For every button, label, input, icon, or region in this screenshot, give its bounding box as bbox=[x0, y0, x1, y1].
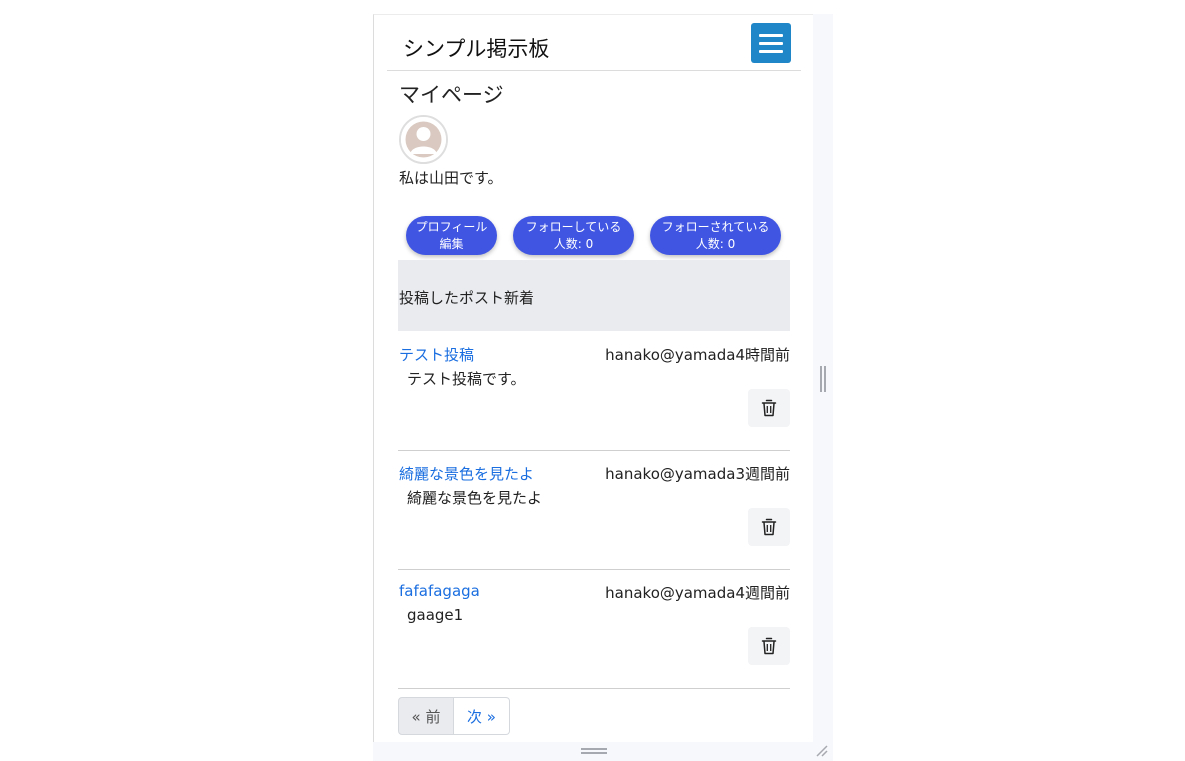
delete-post-button[interactable] bbox=[748, 508, 790, 546]
pagination-prev-button[interactable]: « 前 bbox=[398, 697, 454, 735]
site-brand[interactable]: シンプル掲示板 bbox=[403, 33, 549, 63]
hamburger-menu-icon bbox=[759, 34, 783, 37]
post-item: テスト投稿 hanako@yamada4時間前 テスト投稿です。 bbox=[398, 332, 790, 451]
navbar: シンプル掲示板 bbox=[387, 15, 801, 71]
hamburger-menu-button[interactable] bbox=[751, 23, 791, 63]
trash-icon bbox=[761, 399, 777, 417]
height-resize-handle[interactable] bbox=[581, 748, 607, 754]
edit-profile-button[interactable]: プロフィール 編集 bbox=[406, 216, 497, 255]
post-meta: hanako@yamada3週間前 bbox=[605, 465, 790, 483]
delete-post-button[interactable] bbox=[748, 627, 790, 665]
browser-viewport: シンプル掲示板 マイページ 私は山田です。 プロフィール 編集 フォローしている… bbox=[373, 14, 814, 742]
posts-section-title: 投稿したポスト新着 bbox=[399, 289, 535, 307]
followers-count-button[interactable]: フォローされている 人数: 0 bbox=[650, 216, 781, 255]
page-title: マイページ bbox=[399, 83, 504, 107]
posts-section-header: 投稿したポスト新着 bbox=[398, 260, 790, 331]
post-title-link[interactable]: fafafagaga bbox=[399, 582, 480, 600]
post-title-link[interactable]: 綺麗な景色を見たよ bbox=[399, 463, 534, 484]
delete-post-button[interactable] bbox=[748, 389, 790, 427]
post-meta: hanako@yamada4時間前 bbox=[605, 346, 790, 364]
width-resize-handle[interactable] bbox=[820, 366, 826, 392]
post-body: gaage1 bbox=[407, 606, 464, 624]
pagination-next-button[interactable]: 次 » bbox=[454, 697, 510, 735]
trash-icon bbox=[761, 518, 777, 536]
post-meta: hanako@yamada4週間前 bbox=[605, 584, 790, 602]
pagination: « 前 次 » bbox=[398, 697, 510, 735]
post-item: 綺麗な景色を見たよ hanako@yamada3週間前 綺麗な景色を見たよ bbox=[398, 451, 790, 570]
resize-corner-icon[interactable] bbox=[815, 744, 829, 758]
post-title-link[interactable]: テスト投稿 bbox=[399, 344, 474, 365]
following-count-button[interactable]: フォローしている 人数: 0 bbox=[513, 216, 634, 255]
default-user-avatar-icon bbox=[399, 115, 448, 164]
post-body: テスト投稿です。 bbox=[407, 370, 526, 388]
trash-icon bbox=[761, 637, 777, 655]
post-item: fafafagaga hanako@yamada4週間前 gaage1 bbox=[398, 570, 790, 689]
profile-bio: 私は山田です。 bbox=[399, 169, 503, 187]
post-body: 綺麗な景色を見たよ bbox=[407, 489, 543, 507]
